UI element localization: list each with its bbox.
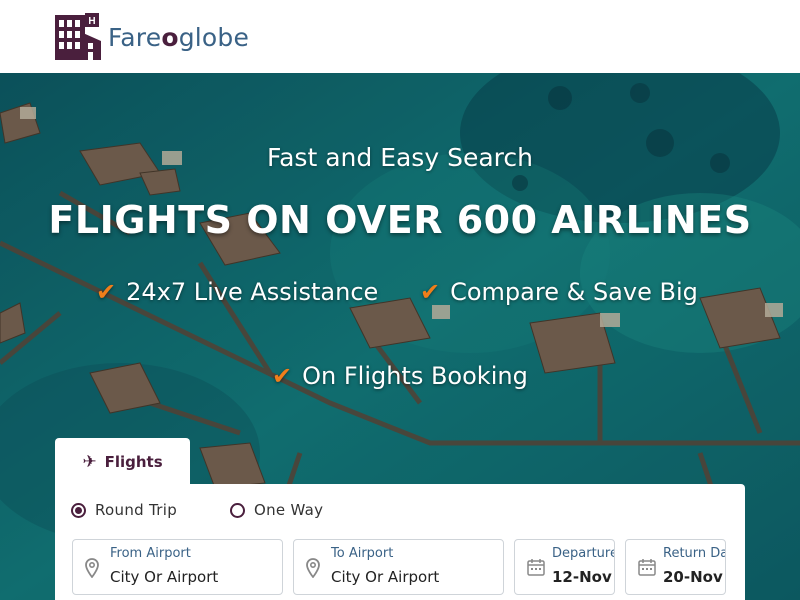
return-date-field[interactable]: Return Date 20-Nov (625, 539, 726, 595)
tab-label: Flights (104, 453, 163, 471)
feature-label: On Flights Booking (302, 362, 528, 390)
calendar-icon (527, 559, 545, 576)
departure-date-input[interactable]: 12-Nov (552, 568, 612, 586)
feature-live-assistance: ✔ 24x7 Live Assistance (96, 278, 378, 306)
feature-label: Compare & Save Big (450, 278, 698, 306)
from-airport-field[interactable]: From Airport City Or Airport (72, 539, 283, 595)
feature-flight-booking: ✔ On Flights Booking (272, 362, 528, 390)
departure-date-field[interactable]: Departure Date 12-Nov (514, 539, 615, 595)
location-pin-icon (306, 558, 320, 578)
to-airport-input[interactable]: City Or Airport (331, 568, 439, 586)
feature-label: 24x7 Live Assistance (126, 278, 379, 306)
location-pin-icon (85, 558, 99, 578)
return-date-input[interactable]: 20-Nov (663, 568, 723, 586)
one-way-option[interactable]: One Way (230, 501, 323, 519)
site-header: H Fareoglobe (0, 0, 800, 73)
from-airport-label: From Airport (110, 546, 191, 561)
checkmark-icon: ✔ (272, 362, 293, 390)
brand-logo[interactable]: H Fareoglobe (54, 13, 249, 61)
tab-flights[interactable]: ✈ Flights (55, 438, 190, 486)
flight-search-panel: Round Trip One Way From Airport City Or … (55, 484, 745, 600)
round-trip-radio[interactable] (71, 502, 86, 518)
brand-name: Fareoglobe (108, 22, 250, 52)
airplane-icon: ✈ (82, 452, 97, 472)
one-way-label: One Way (254, 501, 324, 519)
return-date-label: Return Date (663, 546, 725, 561)
departure-date-label: Departure Date (552, 546, 615, 561)
checkmark-icon: ✔ (96, 278, 117, 306)
round-trip-option[interactable]: Round Trip (71, 501, 177, 519)
to-airport-label: To Airport (331, 546, 394, 561)
one-way-radio[interactable] (230, 502, 245, 518)
from-airport-input[interactable]: City Or Airport (110, 568, 218, 586)
calendar-icon (638, 559, 656, 576)
svg-text:H: H (88, 16, 95, 27)
hero-headline: FLIGHTS ON OVER 600 AIRLINES (48, 198, 752, 242)
to-airport-field[interactable]: To Airport City Or Airport (293, 539, 504, 595)
hero-tagline: Fast and Easy Search (267, 143, 533, 172)
checkmark-icon: ✔ (420, 278, 441, 306)
round-trip-label: Round Trip (95, 501, 178, 519)
feature-compare-save: ✔ Compare & Save Big (420, 278, 698, 306)
hotel-building-icon: H (55, 13, 101, 60)
